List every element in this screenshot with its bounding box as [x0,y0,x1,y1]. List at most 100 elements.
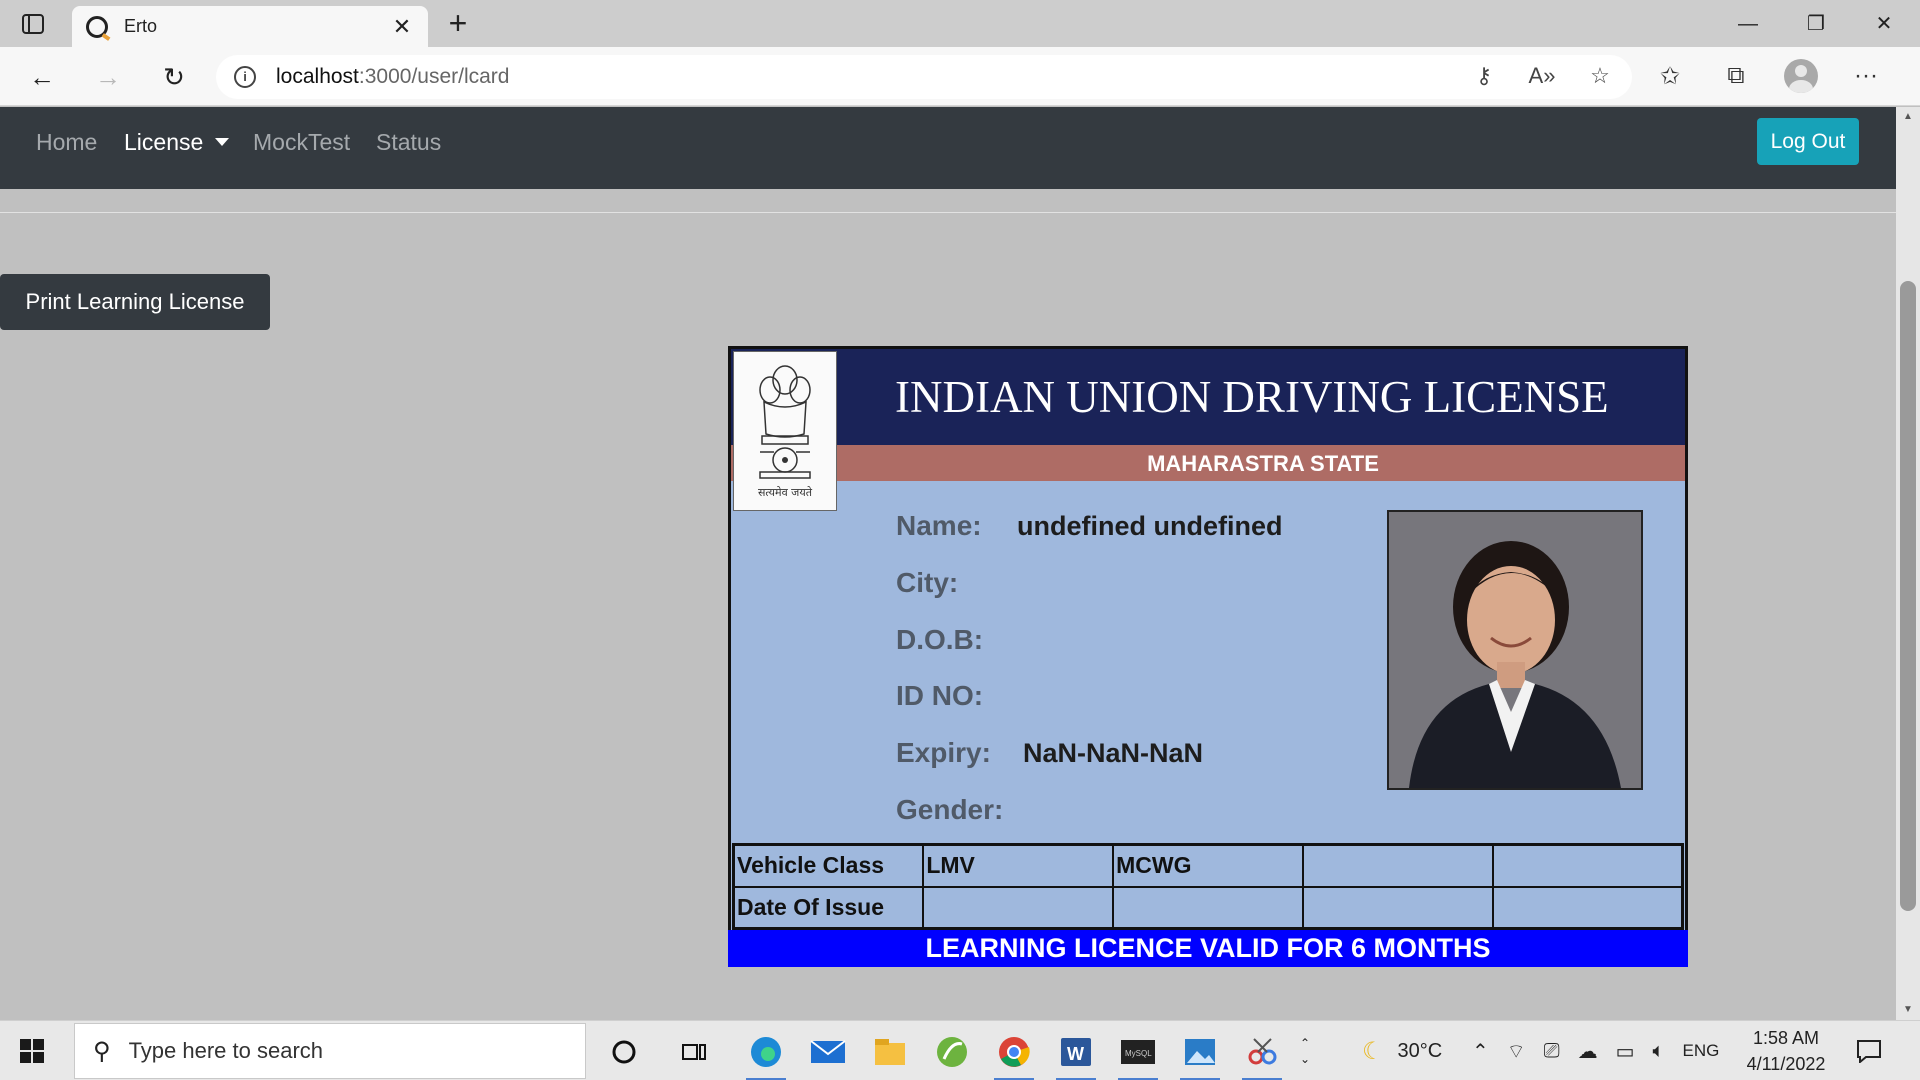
name-label: Name: [896,510,982,541]
window-close-icon[interactable]: ✕ [1854,8,1914,40]
profile-avatar-icon[interactable] [1784,59,1818,93]
scroll-down-icon[interactable]: ▼ [1896,1000,1920,1020]
scroll-up-icon[interactable]: ▲ [1896,107,1920,127]
chrome-icon[interactable] [990,1029,1038,1080]
taskbar-scroll-icon[interactable]: ⌃ ⌄ [1300,1021,1310,1080]
scroll-thumb[interactable] [1900,281,1916,911]
logout-button[interactable]: Log Out [1757,118,1859,165]
cortana-icon[interactable] [600,1029,648,1075]
lion-capital-icon [759,365,811,479]
id-label: ID NO: [896,680,984,711]
dob-label: D.O.B: [896,624,984,655]
photos-icon[interactable] [1176,1029,1224,1080]
address-bar[interactable]: i localhost:3000/user/lcard ⚷ A» ☆ [216,55,1632,99]
table-row: Date Of Issue [732,885,1684,930]
edge-icon[interactable] [742,1029,790,1080]
network-icon[interactable]: ⌔ [1507,1039,1526,1064]
search-icon: ⚲ [93,1037,111,1065]
card-header: INDIAN UNION DRIVING LICENSE [731,349,1685,445]
tab-actions-icon[interactable] [18,10,48,38]
table-cell [1112,885,1304,930]
validity-footer: LEARNING LICENCE VALID FOR 6 MONTHS [728,930,1688,967]
file-explorer-icon[interactable] [866,1029,914,1075]
page-scrollbar[interactable]: ▲ ▼ [1896,107,1920,1020]
table-row: Vehicle Class LMV MCWG [732,843,1684,888]
name-value: undefined undefined [1017,511,1283,541]
favorites-icon[interactable]: ✩ [1652,62,1688,91]
snipping-icon[interactable] [1238,1029,1286,1080]
table-cell: Vehicle Class [732,843,925,888]
windows-start-icon[interactable] [20,1039,44,1063]
meet-now-icon[interactable]: ⎚ [1544,1040,1560,1063]
expiry-label: Expiry: [896,737,991,768]
table-cell [1491,885,1684,930]
close-icon[interactable]: ✕ [390,14,414,40]
person-photo-icon [1389,512,1641,788]
divider [0,212,1896,213]
info-icon[interactable]: i [234,66,256,88]
read-aloud-icon[interactable]: A» [1528,63,1556,89]
nav-mocktest[interactable]: MockTest [253,129,350,156]
plus-icon[interactable]: + [440,6,476,42]
url-path: :3000/user/lcard [358,65,510,88]
minimize-icon[interactable]: — [1718,8,1778,40]
browser-toolbar: ← → ↻ i localhost:3000/user/lcard ⚷ A» ☆… [0,47,1920,106]
browser-tab[interactable]: Erto ✕ [72,6,428,47]
url-host: localhost [276,65,359,88]
restore-icon[interactable]: ❐ [1786,8,1846,40]
collections-icon[interactable]: ⧉ [1718,62,1754,90]
card-title: INDIAN UNION DRIVING LICENSE [895,372,1609,422]
windows-taskbar: ⚲ Type here to search W MySQL ⌃ ⌄ ☾ 30°C … [0,1020,1920,1080]
table-cell [1301,843,1494,888]
nav-license-dropdown[interactable]: License [124,129,230,156]
site-navbar: Home License MockTest Status Log Out [0,107,1896,189]
spring-icon[interactable] [928,1029,976,1075]
task-view-icon[interactable] [670,1029,718,1075]
star-add-icon[interactable]: ☆ [1586,63,1614,89]
table-cell: Date Of Issue [732,885,925,930]
moon-icon: ☾ [1362,1037,1384,1065]
print-license-button[interactable]: Print Learning License [0,274,270,330]
back-arrow-icon[interactable]: ← [24,59,60,95]
weather-temp: 30°C [1397,1039,1443,1062]
more-icon[interactable]: ··· [1848,62,1884,90]
state-name: MAHARASTRA STATE [1147,451,1379,476]
table-cell [1301,885,1494,930]
taskbar-clock[interactable]: 1:58 AM 4/11/2022 [1738,1025,1834,1077]
table-cell: LMV [922,843,1115,888]
svg-text:W: W [1067,1044,1084,1064]
expiry-value: NaN-NaN-NaN [1023,738,1204,768]
vehicle-class-table: Vehicle Class LMV MCWG Date Of Issue [732,843,1684,930]
key-icon[interactable]: ⚷ [1470,63,1498,89]
nav-status[interactable]: Status [376,129,441,156]
table-cell: MCWG [1112,843,1304,888]
language-indicator[interactable]: ENG [1682,1041,1719,1061]
weather-widget[interactable]: ☾ 30°C [1362,1021,1442,1080]
chevron-up-icon[interactable]: ⌃ [1472,1039,1489,1064]
onedrive-icon[interactable]: ☁ [1578,1039,1598,1064]
mail-icon[interactable] [804,1029,852,1075]
forward-arrow-icon[interactable]: → [90,59,126,95]
taskbar-search-input[interactable]: ⚲ Type here to search [74,1023,586,1079]
gender-label: Gender: [896,794,1004,825]
applicant-photo [1387,510,1643,790]
reload-icon[interactable]: ↻ [156,59,192,95]
volume-icon[interactable]: 🔈︎ [1652,1040,1664,1063]
national-emblem: सत्यमेव जयते [733,351,837,511]
emblem-motto: सत्यमेव जयते [757,486,812,499]
caret-down-icon [215,137,230,146]
word-icon[interactable]: W [1052,1029,1100,1080]
page-viewport: Home License MockTest Status Log Out Pri… [0,107,1896,1020]
nav-home[interactable]: Home [36,129,97,156]
mysql-icon[interactable]: MySQL [1114,1029,1162,1080]
nav-license-label: License [124,129,204,155]
city-label: City: [896,567,959,598]
erto-favicon-icon [86,15,108,38]
battery-icon[interactable]: ▭ [1616,1039,1635,1064]
browser-tab-bar: Erto ✕ + — ❐ ✕ [0,0,1920,47]
state-band: MAHARASTRA STATE [731,445,1685,481]
tab-title: Erto [124,16,158,36]
table-cell [1491,843,1684,888]
svg-text:MySQL: MySQL [1125,1049,1152,1058]
notifications-icon[interactable] [1856,1021,1882,1080]
